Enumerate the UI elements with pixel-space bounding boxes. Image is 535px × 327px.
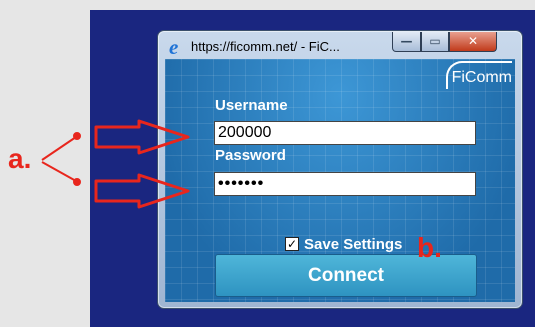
annotation-label-a: a. (8, 143, 32, 174)
pointer-line-lower (41, 161, 77, 182)
pointer-dot-upper (73, 132, 81, 140)
arrow-to-username (94, 119, 190, 155)
pointer-dot-lower (73, 178, 81, 186)
pointer-line-upper (41, 136, 77, 161)
annotation-label-b: b. (417, 232, 442, 263)
annotation-overlay (41, 119, 190, 209)
arrow-to-password (94, 173, 190, 209)
